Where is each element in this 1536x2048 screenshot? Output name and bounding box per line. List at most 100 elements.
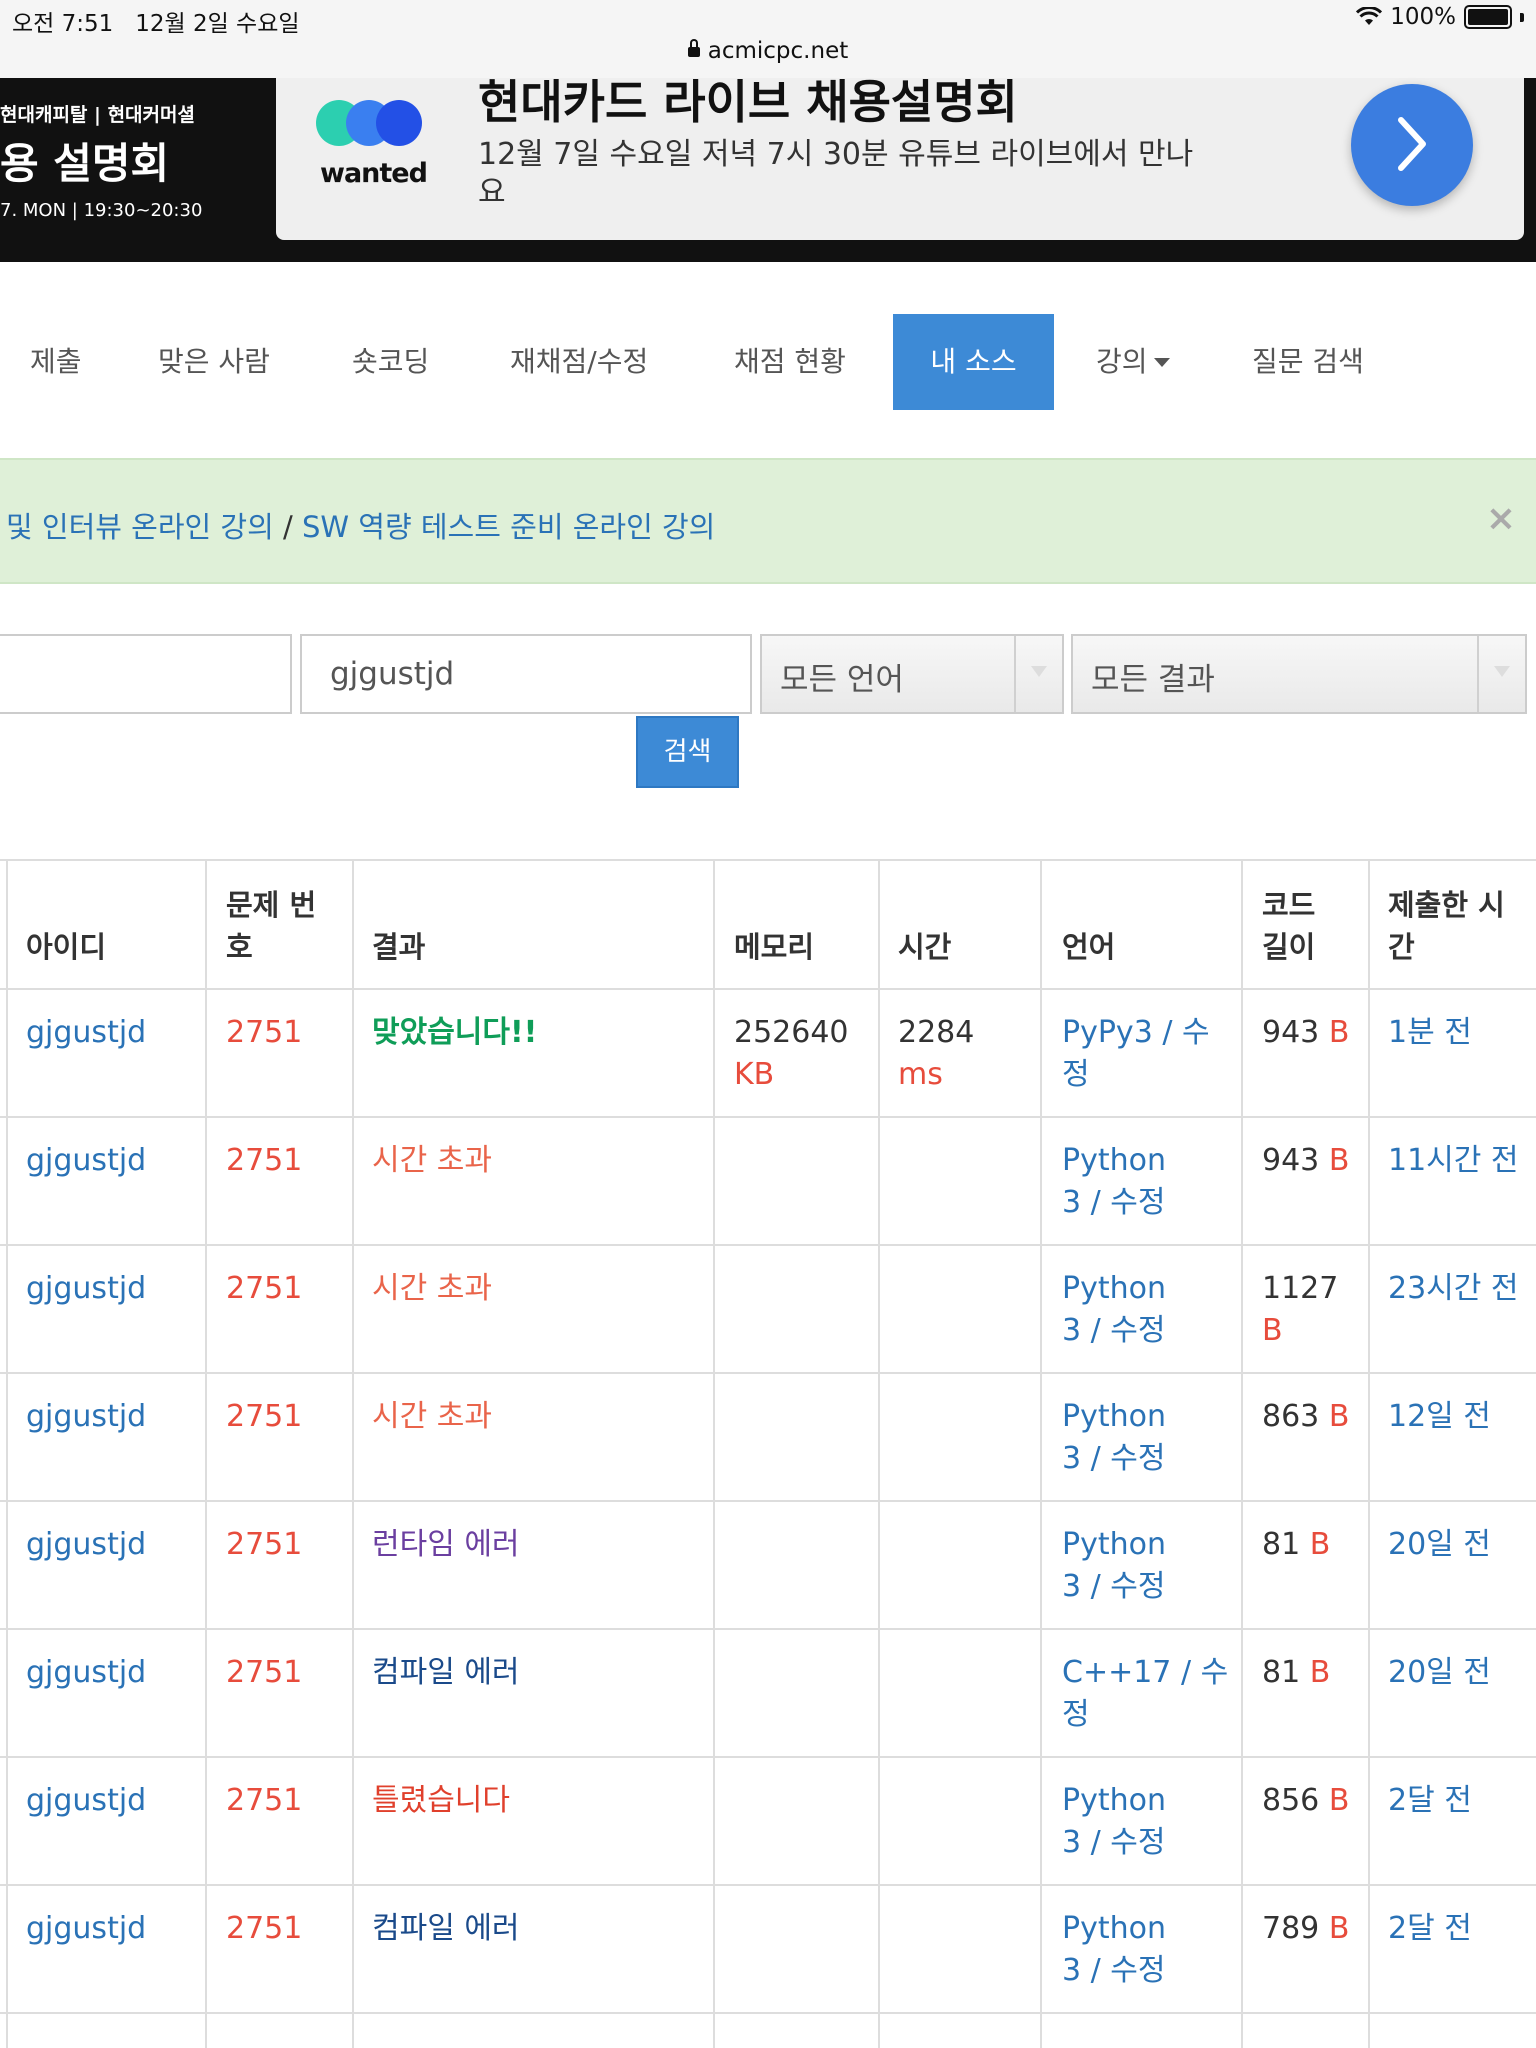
edit-link[interactable]: 정 — [1062, 1054, 1090, 1096]
row-divider — [0, 1884, 1536, 1886]
cell-result: 컴파일 에러 — [372, 1655, 520, 1690]
cell-problem[interactable]: 2751 — [226, 1652, 302, 1694]
alert-link-sw-test[interactable]: SW 역량 테스트 준비 온라인 강의 — [302, 510, 715, 544]
edit-link[interactable]: / 수정 — [1081, 1185, 1166, 1220]
tab-submit[interactable]: 제출 — [0, 314, 112, 410]
tab-rejudge[interactable]: 재채점/수정 — [480, 314, 678, 410]
language-link-version[interactable]: 3 — [1062, 1441, 1081, 1476]
cell-user-id[interactable]: gjgustjd — [26, 1012, 146, 1054]
edit-link[interactable]: / 수정 — [1081, 1953, 1166, 1988]
language-link[interactable]: Python — [1062, 1268, 1166, 1310]
ad-left-line1: 현대캐피탈 | 현대커머셜 — [0, 104, 195, 126]
cell-user-id[interactable]: gjgustjd — [26, 1524, 146, 1566]
cell-language-line2: 3 / 수정 — [1062, 1566, 1165, 1608]
language-link[interactable]: Python — [1062, 1780, 1166, 1822]
edit-link[interactable]: / 수정 — [1081, 1441, 1166, 1476]
ad-left-image[interactable]: 현대캐피탈 | 현대커머셜 용 설명회 7. MON | 19:30~20:30 — [0, 78, 270, 262]
cell-user-id[interactable]: gjgustjd — [26, 1140, 146, 1182]
edit-link[interactable]: / 수 — [1171, 1655, 1228, 1690]
language-link-version[interactable]: 3 — [1062, 1313, 1081, 1348]
header-memory: 메모리 — [734, 930, 815, 964]
battery-percent: 100% — [1390, 4, 1456, 30]
code-length-unit: B — [1328, 1911, 1350, 1946]
cell-submitted[interactable]: 11시간 전 — [1388, 1140, 1519, 1182]
problem-nav: 제출 맞은 사람 숏코딩 재채점/수정 채점 현황 내 소스 강의 질문 검색 — [0, 314, 1536, 412]
user-id-field[interactable] — [300, 634, 752, 714]
tab-correct-users[interactable]: 맞은 사람 — [128, 314, 300, 410]
problem-id-input[interactable] — [0, 636, 290, 712]
code-length-unit: B — [1328, 1783, 1350, 1818]
language-link[interactable]: PyPy3 — [1062, 1015, 1153, 1050]
language-link-version[interactable]: 3 — [1062, 1953, 1081, 1988]
cell-submitted[interactable]: 20일 전 — [1388, 1652, 1491, 1694]
cell-language-line2: 3 / 수정 — [1062, 1822, 1165, 1864]
cell-code-length: 943 B — [1262, 1012, 1349, 1054]
tab-status[interactable]: 채점 현황 — [704, 314, 876, 410]
cell-problem[interactable]: 2751 — [226, 1396, 302, 1438]
edit-link[interactable]: / 수정 — [1081, 1313, 1166, 1348]
cell-submitted[interactable]: 2달 전 — [1388, 1780, 1472, 1822]
cell-submitted[interactable]: 20일 전 — [1388, 1524, 1491, 1566]
code-length-value: 789 — [1262, 1911, 1320, 1946]
cell-problem[interactable]: 2751 — [226, 1012, 302, 1054]
header-submitted-line2: 간 — [1388, 930, 1415, 964]
language-link-version[interactable]: 3 — [1062, 1825, 1081, 1860]
code-length-value: 943 — [1262, 1143, 1320, 1178]
header-language: 언어 — [1062, 930, 1116, 964]
table-border — [0, 859, 1536, 861]
cell-memory-unit: KB — [734, 1057, 775, 1092]
result-select[interactable]: 모든 결과 — [1071, 634, 1527, 714]
cell-code-length: 863 B — [1262, 1396, 1349, 1438]
ad-card[interactable]: wanted 현대카드 라이브 채용설명회 12월 7일 수요일 저녁 7시 3… — [276, 75, 1524, 240]
address-bar[interactable]: acmicpc.net — [0, 38, 1536, 64]
ad-next-button[interactable] — [1351, 84, 1473, 206]
col-divider — [1040, 860, 1042, 2048]
cell-user-id[interactable]: gjgustjd — [26, 1780, 146, 1822]
cell-problem[interactable]: 2751 — [226, 1524, 302, 1566]
tab-short-coding[interactable]: 숏코딩 — [322, 314, 459, 410]
cell-result: 런타임 에러 — [372, 1527, 520, 1562]
cell-problem[interactable]: 2751 — [226, 1268, 302, 1310]
user-id-input[interactable] — [302, 636, 750, 712]
cell-problem[interactable]: 2751 — [226, 1908, 302, 1950]
col-divider — [713, 860, 715, 2048]
language-link-version[interactable]: 3 — [1062, 1185, 1081, 1220]
edit-link[interactable]: / 수정 — [1081, 1825, 1166, 1860]
edit-link[interactable]: / 수정 — [1081, 1569, 1166, 1604]
col-divider — [205, 860, 207, 2048]
cell-user-id[interactable]: gjgustjd — [26, 1908, 146, 1950]
language-link[interactable]: Python — [1062, 1908, 1166, 1950]
cell-code-length: 789 B — [1262, 1908, 1349, 1950]
language-link[interactable]: Python — [1062, 1524, 1166, 1566]
cell-user-id[interactable]: gjgustjd — [26, 1652, 146, 1694]
problem-id-field[interactable] — [0, 634, 292, 714]
language-select[interactable]: 모든 언어 — [760, 634, 1064, 714]
code-length-unit: B — [1309, 1655, 1331, 1690]
cell-user-id[interactable]: gjgustjd — [26, 1396, 146, 1438]
close-icon[interactable]: × — [1486, 498, 1516, 539]
logo-dot — [376, 100, 422, 146]
alert-link-interview[interactable]: 및 인터뷰 온라인 강의 — [6, 510, 274, 544]
tab-lecture[interactable]: 강의 — [1066, 314, 1200, 410]
cell-problem[interactable]: 2751 — [226, 1140, 302, 1182]
edit-link[interactable]: / 수 — [1153, 1015, 1209, 1050]
cell-submitted[interactable]: 23시간 전 — [1388, 1268, 1519, 1310]
tab-my-source[interactable]: 내 소스 — [893, 314, 1054, 410]
col-divider — [6, 860, 8, 2048]
wifi-icon — [1356, 7, 1383, 25]
tab-question-search[interactable]: 질문 검색 — [1222, 314, 1394, 410]
cell-submitted[interactable]: 2달 전 — [1388, 1908, 1472, 1950]
cell-submitted[interactable]: 12일 전 — [1388, 1396, 1491, 1438]
tab-lecture-label: 강의 — [1096, 345, 1148, 378]
edit-link[interactable]: 정 — [1062, 1694, 1090, 1736]
language-link[interactable]: C++17 — [1062, 1655, 1171, 1690]
cell-submitted[interactable]: 1분 전 — [1388, 1012, 1472, 1054]
language-link-version[interactable]: 3 — [1062, 1569, 1081, 1604]
language-link[interactable]: Python — [1062, 1396, 1166, 1438]
status-date: 12월 2일 수요일 — [135, 11, 300, 37]
language-link[interactable]: Python — [1062, 1140, 1166, 1182]
cell-problem[interactable]: 2751 — [226, 1780, 302, 1822]
cell-user-id[interactable]: gjgustjd — [26, 1268, 146, 1310]
cell-result: 시간 초과 — [372, 1271, 492, 1306]
search-button[interactable]: 검색 — [636, 716, 739, 788]
